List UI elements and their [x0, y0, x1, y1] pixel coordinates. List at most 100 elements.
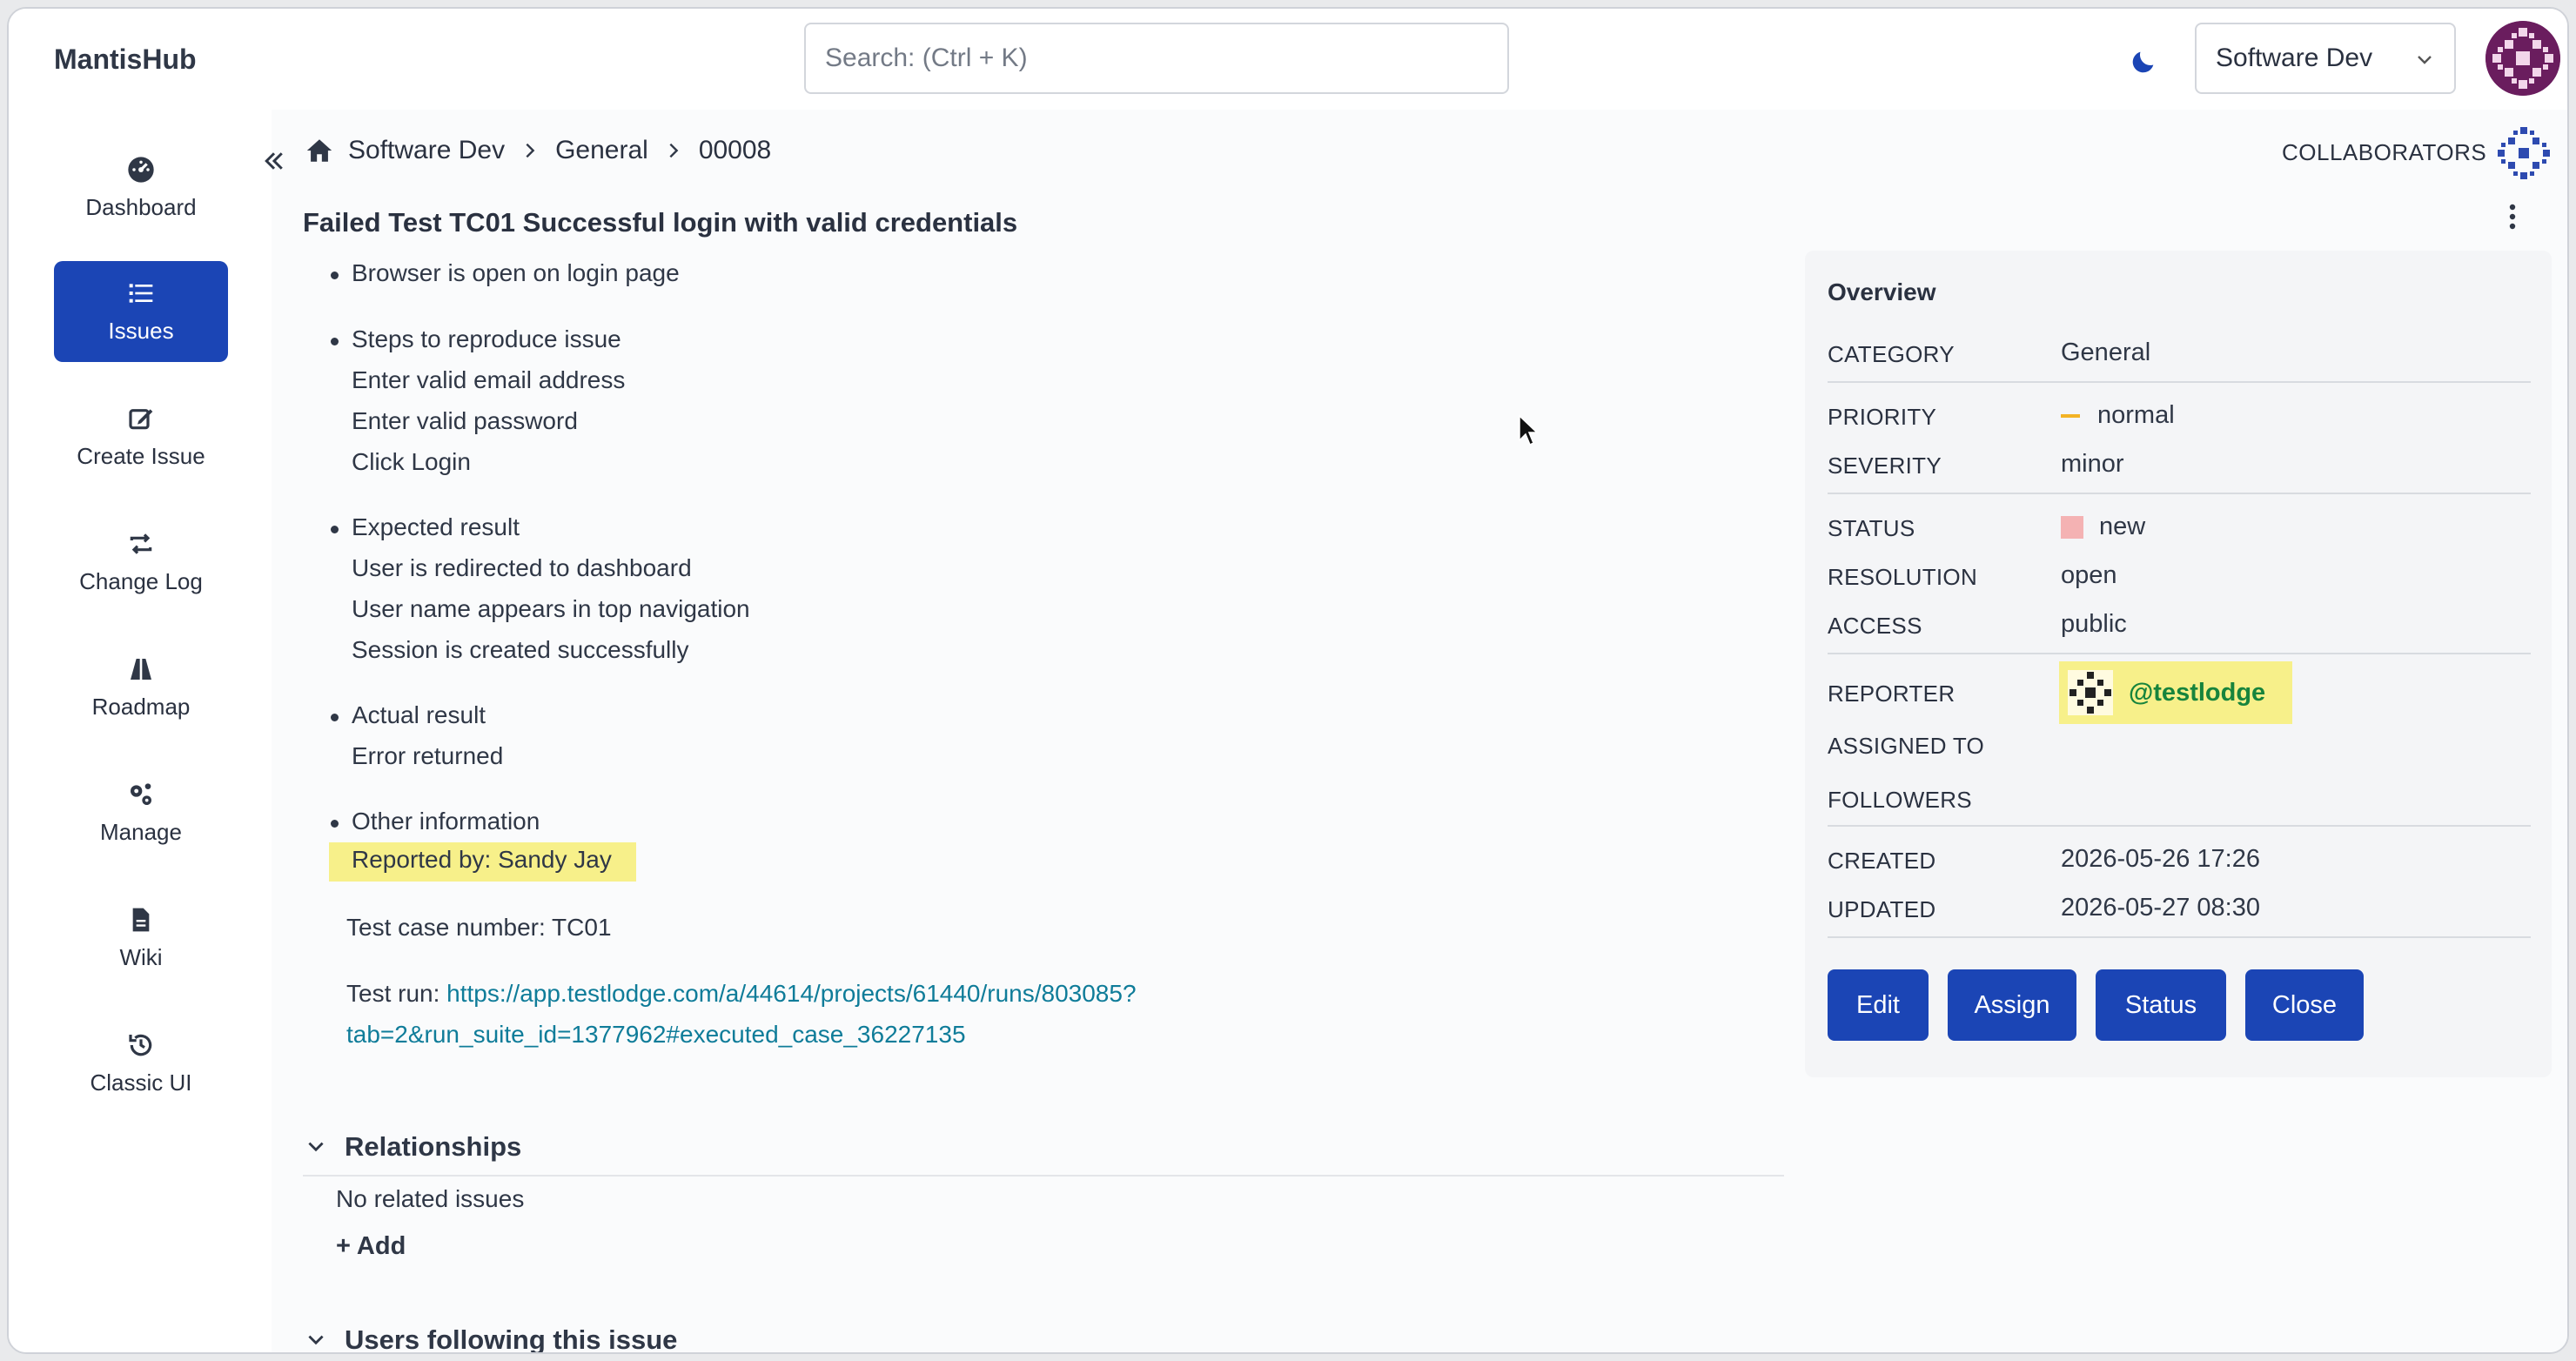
- bullet: [331, 272, 339, 279]
- test-run-line: Test run: https://app.testlodge.com/a/44…: [346, 980, 1137, 1008]
- access-value: public: [2061, 610, 2127, 638]
- followers-section-title: Users following this issue: [345, 1324, 678, 1354]
- breadcrumb-project[interactable]: Software Dev: [348, 136, 505, 165]
- app-window: MantisHub Search: (Ctrl + K) Software De…: [7, 7, 2569, 1354]
- status-value-wrap: new: [2061, 513, 2145, 541]
- status-color-swatch: [2061, 516, 2083, 540]
- relationships-header[interactable]: Relationships: [305, 1131, 521, 1163]
- breadcrumb-issue-id: 00008: [698, 136, 772, 164]
- reporter-avatar: [2068, 670, 2113, 715]
- more-options-icon[interactable]: [2508, 204, 2517, 230]
- list-subline: Session is created successfully: [352, 636, 689, 663]
- bullet: [331, 820, 339, 828]
- dashboard-icon: [128, 156, 154, 183]
- sidebar-item-manage[interactable]: Manage: [54, 762, 228, 863]
- sidebar-item-label: Change Log: [79, 567, 203, 594]
- chevron-right-icon: [669, 143, 679, 158]
- divider: [1828, 653, 2531, 654]
- list-item: Steps to reproduce issue: [331, 325, 621, 353]
- divider: [303, 1175, 1784, 1177]
- sidebar-item-label: Wiki: [119, 943, 163, 970]
- list-subline: User is redirected to dashboard: [352, 554, 692, 581]
- user-avatar[interactable]: [2485, 21, 2560, 96]
- list-item-text: Steps to reproduce issue: [352, 325, 621, 352]
- test-run-link-continued[interactable]: tab=2&run_suite_id=1377962#executed_case…: [346, 1021, 966, 1049]
- test-run-link[interactable]: https://app.testlodge.com/a/44614/projec…: [446, 980, 1136, 1007]
- relationships-title: Relationships: [345, 1131, 522, 1162]
- sidebar-item-label: Issues: [108, 317, 174, 344]
- chevron-down-icon: [2418, 56, 2432, 64]
- followers-section-header[interactable]: Users following this issue: [305, 1324, 678, 1354]
- chevron-right-icon: [526, 143, 535, 158]
- list-icon: [129, 283, 153, 303]
- priority-label: PRIORITY: [1828, 404, 1937, 430]
- list-subline: Enter valid email address: [352, 366, 626, 393]
- edit-icon: [129, 408, 153, 429]
- list-item-text: Expected result: [352, 513, 520, 540]
- list-subline: User name appears in top navigation: [352, 595, 750, 622]
- reporter-chip[interactable]: @testlodge: [2059, 661, 2292, 724]
- brand-logo[interactable]: MantisHub: [54, 44, 197, 76]
- changelog-icon: [130, 533, 152, 554]
- collaborator-avatar[interactable]: [2496, 125, 2552, 181]
- breadcrumb: Software Dev General 00008: [305, 136, 771, 165]
- mouse-cursor-icon: [1519, 414, 1539, 446]
- sidebar-item-roadmap[interactable]: Roadmap: [54, 637, 228, 738]
- edit-button[interactable]: Edit: [1828, 969, 1929, 1041]
- highlight-text: Reported by: Sandy Jay: [329, 842, 636, 882]
- priority-value: normal: [2097, 401, 2175, 429]
- list-item: Browser is open on login page: [331, 259, 680, 287]
- history-icon: [129, 1034, 152, 1056]
- home-icon[interactable]: [305, 136, 334, 165]
- priority-dash-icon: [2061, 414, 2080, 419]
- sidebar-item-dashboard[interactable]: Dashboard: [54, 137, 228, 238]
- sidebar-item-label: Roadmap: [91, 693, 191, 720]
- priority-value-wrap: normal: [2061, 401, 2175, 430]
- status-label: STATUS: [1828, 515, 1915, 541]
- file-icon: [132, 908, 150, 931]
- test-case-number: Test case number: TC01: [346, 914, 612, 941]
- collapse-sidebar-icon[interactable]: [261, 148, 287, 174]
- access-label: ACCESS: [1828, 613, 1922, 639]
- search-input[interactable]: Search: (Ctrl + K): [804, 23, 1509, 94]
- sidebar-item-label: Classic UI: [90, 1069, 192, 1096]
- updated-value: 2026-05-27 08:30: [2061, 894, 2260, 922]
- project-select[interactable]: Software Dev: [2195, 23, 2456, 94]
- assign-button[interactable]: Assign: [1948, 969, 2076, 1041]
- divider: [1828, 825, 2531, 827]
- bullet: [331, 338, 339, 345]
- severity-value: minor: [2061, 450, 2124, 478]
- chevron-down-icon: [308, 1142, 324, 1152]
- status-button[interactable]: Status: [2096, 969, 2226, 1041]
- dark-mode-moon-icon[interactable]: [2129, 47, 2158, 77]
- category-value: General: [2061, 339, 2151, 366]
- list-item: Actual result: [331, 701, 486, 729]
- sidebar-item-issues[interactable]: Issues: [54, 261, 228, 362]
- status-value: new: [2099, 513, 2146, 540]
- overview-panel: Overview CATEGORY General PRIORITY norma…: [1805, 251, 2552, 1077]
- list-item-text: Other information: [352, 808, 540, 835]
- created-value: 2026-05-26 17:26: [2061, 845, 2260, 873]
- chevron-down-icon: [308, 1335, 324, 1345]
- sidebar-item-change-log[interactable]: Change Log: [54, 512, 228, 613]
- project-select-value: Software Dev: [2216, 44, 2373, 72]
- no-related-issues-text: No related issues: [336, 1185, 525, 1212]
- bullet: [331, 526, 339, 533]
- list-subline: Enter valid password: [352, 407, 578, 434]
- resolution-value: open: [2061, 561, 2117, 589]
- list-item: Expected result: [331, 513, 520, 541]
- sidebar-item-label: Dashboard: [85, 193, 197, 220]
- close-button[interactable]: Close: [2245, 969, 2364, 1041]
- gears-icon: [131, 782, 151, 805]
- bullet: [331, 714, 339, 721]
- list-subline: Error returned: [352, 742, 504, 769]
- breadcrumb-category[interactable]: General: [555, 136, 648, 165]
- list-item-text: Browser is open on login page: [352, 259, 680, 286]
- add-relationship-button[interactable]: + Add: [336, 1232, 406, 1261]
- created-label: CREATED: [1828, 848, 1936, 874]
- sidebar-item-classic-ui[interactable]: Classic UI: [54, 1013, 228, 1114]
- test-run-label: Test run:: [346, 980, 447, 1007]
- sidebar-item-create-issue[interactable]: Create Issue: [54, 386, 228, 487]
- sidebar-item-wiki[interactable]: Wiki: [54, 888, 228, 989]
- overview-title: Overview: [1828, 278, 1936, 305]
